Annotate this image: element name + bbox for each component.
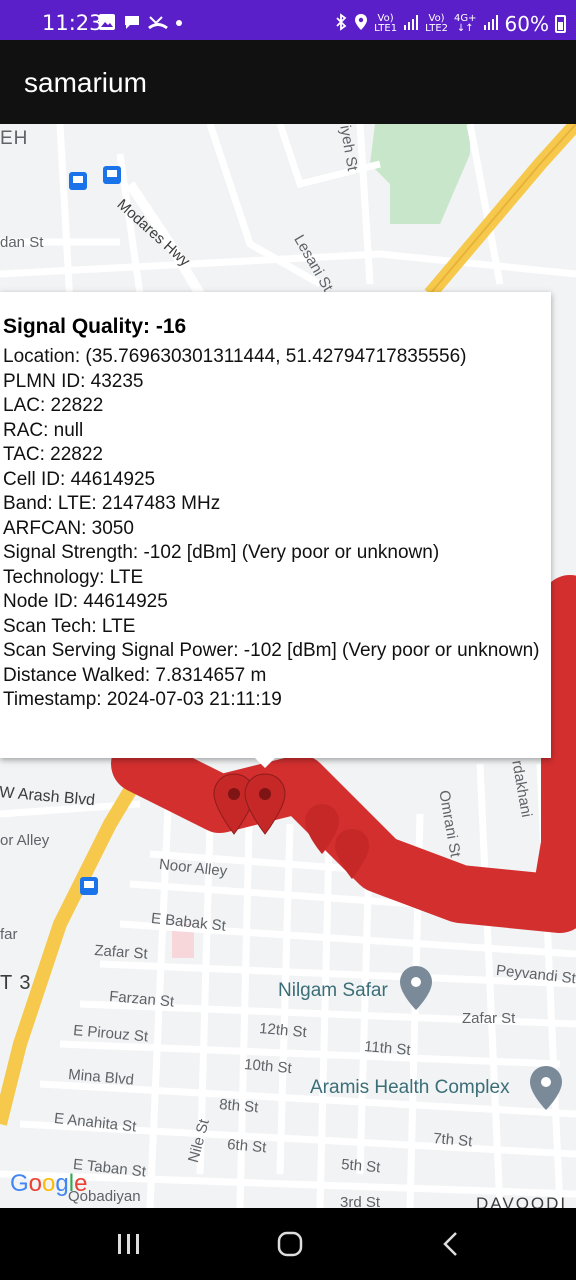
info-timestamp: Timestamp: 2024-07-03 21:11:19 [3, 689, 282, 710]
network-lte2-label: LTE2 [425, 23, 449, 34]
map-label: DAVOODI [476, 1194, 568, 1208]
map-pin-icon [400, 966, 432, 1010]
info-arfcan: ARFCAN: 3050 [3, 517, 134, 539]
location-icon [354, 13, 368, 36]
image-icon [98, 13, 116, 36]
app-bar: samarium [0, 40, 576, 124]
chat-icon [123, 13, 141, 36]
signal-icon [403, 13, 419, 36]
info-scan-signal-power: Scan Serving Signal Power: -102 [dBm] (V… [3, 640, 540, 661]
map-label: 7th St [432, 1130, 474, 1151]
battery-icon [555, 15, 566, 33]
recents-icon[interactable] [116, 1230, 142, 1263]
back-icon[interactable] [440, 1230, 462, 1263]
home-icon[interactable] [276, 1230, 304, 1263]
marker-info-window[interactable]: Signal Quality: -16 Location: (35.769630… [0, 292, 551, 768]
network-4g-label: 4G+ [454, 13, 477, 24]
info-rac: RAC: null [3, 419, 84, 441]
network-lte2: Vo) LTE2 [425, 13, 449, 34]
info-window-details: Location: (35.769630301311444, 51.427947… [3, 345, 543, 713]
bus-stop-icon [103, 166, 121, 184]
map-label: Zafar St [462, 1010, 516, 1027]
bus-stop-icon [80, 877, 98, 895]
signal-icon [483, 13, 499, 36]
map-label: 6th St [226, 1136, 268, 1157]
info-plmn-id: PLMN ID: 43235 [3, 370, 144, 392]
park-area [370, 124, 470, 224]
google-logo: Google [10, 1170, 88, 1197]
battery-percent: 60% [504, 12, 549, 36]
info-signal-strength: Signal Strength: -102 [dBm] (Very poor o… [3, 542, 440, 563]
info-band: Band: LTE: 2147483 MHz [3, 493, 221, 514]
info-distance-walked: Distance Walked: 7.8314657 m [3, 664, 267, 686]
map-label: dan St [0, 234, 44, 251]
map-label: far [0, 926, 18, 943]
map-label: 8th St [218, 1096, 260, 1117]
poi-label[interactable]: Nilgam Safar [278, 980, 388, 1002]
map-label: 3rd St [340, 1194, 381, 1208]
map-label: T 3 [0, 972, 32, 994]
info-technology: Technology: LTE [3, 566, 144, 588]
map-label: EH [0, 128, 29, 149]
info-window-title: Signal Quality: -16 [3, 315, 187, 338]
bluetooth-icon [334, 12, 348, 36]
info-cell-id: Cell ID: 44614925 [3, 468, 156, 490]
status-time: 11:23 [42, 11, 103, 35]
missed-call-icon [148, 13, 168, 36]
app-title: samarium [24, 67, 147, 98]
map-label: Zafar St [93, 942, 149, 963]
info-location: Location: (35.769630301311444, 51.427947… [3, 346, 467, 367]
network-lte1: Vo) LTE1 [374, 13, 398, 34]
dot-icon [175, 13, 183, 36]
network-4g: 4G+ ↓↑ [454, 13, 477, 34]
info-scan-tech: Scan Tech: LTE [3, 615, 136, 637]
info-lac: LAC: 22822 [3, 395, 104, 416]
bus-stop-icon [69, 172, 87, 190]
poi-label[interactable]: Aramis Health Complex [310, 1077, 510, 1099]
info-node-id: Node ID: 44614925 [3, 591, 168, 612]
map-label: 5th St [340, 1156, 382, 1177]
info-tac: TAC: 22822 [3, 444, 103, 465]
network-lte1-label: LTE1 [374, 23, 398, 34]
system-nav-bar [0, 1208, 576, 1280]
map-label: or Alley [0, 832, 50, 849]
